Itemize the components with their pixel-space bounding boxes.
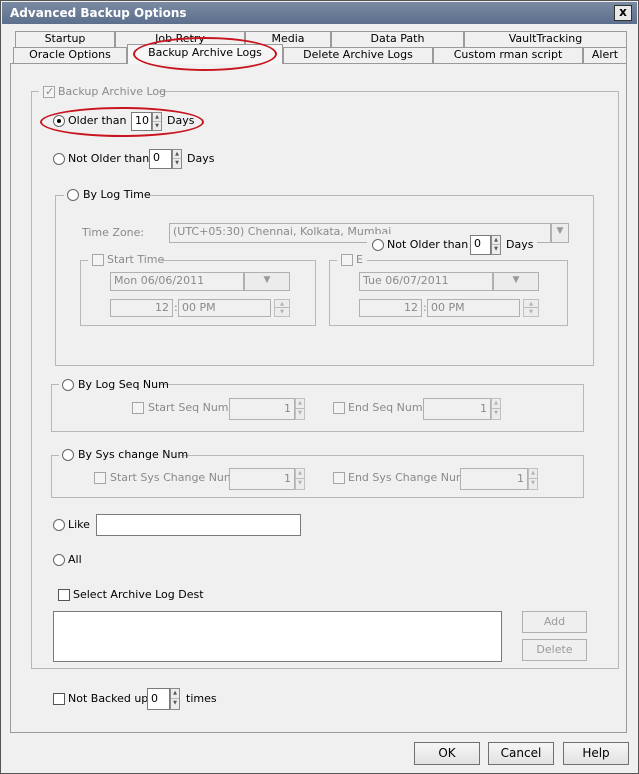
tab-delete-archive-logs[interactable]: Delete Archive Logs [283,47,433,63]
archive-log-dest-list[interactable] [53,611,502,662]
by-log-seq-num-label: By Log Seq Num [78,378,169,391]
start-sys-change-num-spinner: ▲ ▼ [295,468,305,490]
end-time-checkbox [341,254,353,266]
not-backed-up-spinner[interactable]: ▲ ▼ [170,688,180,710]
log-time-not-older-than-radio[interactable] [372,239,384,251]
not-older-than-spinner[interactable]: ▲ ▼ [172,149,182,169]
start-sys-change-num-label: Start Sys Change Num [110,471,235,484]
not-backed-up-label: Not Backed up [68,692,149,705]
end-minute-field: 00 PM [427,299,520,317]
tab-highlight-ring [133,37,277,71]
older-than-highlight-ring [40,107,204,137]
start-date-dropdown-button: ▼ [244,272,290,291]
tab-oracle-options[interactable]: Oracle Options [13,47,127,63]
select-archive-log-dest-checkbox[interactable] [58,589,70,601]
like-input[interactable] [96,514,301,536]
all-label: All [68,553,82,566]
tab-startup[interactable]: Startup [15,31,115,47]
log-time-not-older-than-label: Not Older than [387,238,469,251]
log-time-not-older-than-spinner[interactable]: ▲ ▼ [491,235,501,255]
not-backed-up-checkbox[interactable] [53,693,65,705]
end-sys-change-num-field: 1 [460,468,528,490]
log-time-not-older-than-input[interactable]: 0 [470,235,491,255]
window-title: Advanced Backup Options [10,6,187,20]
log-time-not-older-than-unit: Days [506,238,534,251]
start-minute-field: 00 PM [178,299,271,317]
start-time-label: Start Time [107,253,165,266]
end-time-spinner: ▲ ▼ [523,299,539,317]
start-sys-change-num-field: 1 [229,468,295,490]
delete-dest-button: Delete [522,639,587,661]
like-label: Like [68,518,90,531]
start-time-checkbox [92,254,104,266]
start-seq-num-label: Start Seq Num [148,401,229,414]
start-seq-num-checkbox [132,402,144,414]
backup-archive-log-label: Backup Archive Log [58,85,167,98]
end-date-dropdown-button: ▼ [493,272,539,291]
help-button[interactable]: Help [563,742,629,765]
by-log-seq-num-radio[interactable] [62,379,74,391]
by-sys-change-num-label: By Sys change Num [78,448,189,461]
end-seq-num-label: End Seq Num [348,401,423,414]
backup-archive-log-checkbox: ✓ [43,85,55,98]
title-bar: Advanced Backup Options x [2,2,637,24]
start-hour-field: 12 [110,299,173,317]
end-sys-change-num-label: End Sys Change Num [348,471,467,484]
end-seq-num-checkbox [333,402,345,414]
end-seq-num-spinner: ▲ ▼ [491,398,501,420]
tab-custom-rman-script[interactable]: Custom rman script [433,47,583,63]
not-backed-up-times-input[interactable]: 0 [147,688,170,710]
ok-button[interactable]: OK [414,742,480,765]
cancel-button[interactable]: Cancel [488,742,554,765]
time-zone-dropdown-button: ▼ [551,223,569,243]
not-older-than-radio[interactable] [53,153,65,165]
like-radio[interactable] [53,519,65,531]
by-log-time-radio[interactable] [67,189,79,201]
not-older-than-days-input[interactable]: 0 [149,149,172,169]
start-time-spinner: ▲ ▼ [274,299,290,317]
by-sys-change-num-radio[interactable] [62,449,74,461]
end-date-combo: Tue 06/07/2011 [359,272,493,291]
not-backed-up-unit: times [186,692,217,705]
tab-alert[interactable]: Alert [583,47,627,63]
not-older-than-unit: Days [187,152,215,165]
tab-data-path[interactable]: Data Path [331,31,464,47]
not-older-than-label: Not Older than [68,152,150,165]
end-hour-field: 12 [359,299,422,317]
tab-vaulttracking[interactable]: VaultTracking [464,31,627,47]
select-archive-log-dest-label: Select Archive Log Dest [73,588,204,601]
by-log-time-label: By Log Time [83,188,151,201]
all-radio[interactable] [53,554,65,566]
end-time-label: E [356,253,363,266]
start-seq-num-spinner: ▲ ▼ [295,398,305,420]
start-date-combo: Mon 06/06/2011 [110,272,244,291]
start-seq-num-field: 1 [229,398,295,420]
close-button[interactable]: x [614,5,632,21]
start-sys-change-num-checkbox [94,472,106,484]
add-dest-button: Add [522,611,587,633]
end-sys-change-num-checkbox [333,472,345,484]
advanced-backup-options-window: Advanced Backup Options x Startup Job Re… [0,0,639,774]
end-sys-change-num-spinner: ▲ ▼ [528,468,538,490]
end-seq-num-field: 1 [423,398,491,420]
time-zone-label: Time Zone: [82,226,145,239]
